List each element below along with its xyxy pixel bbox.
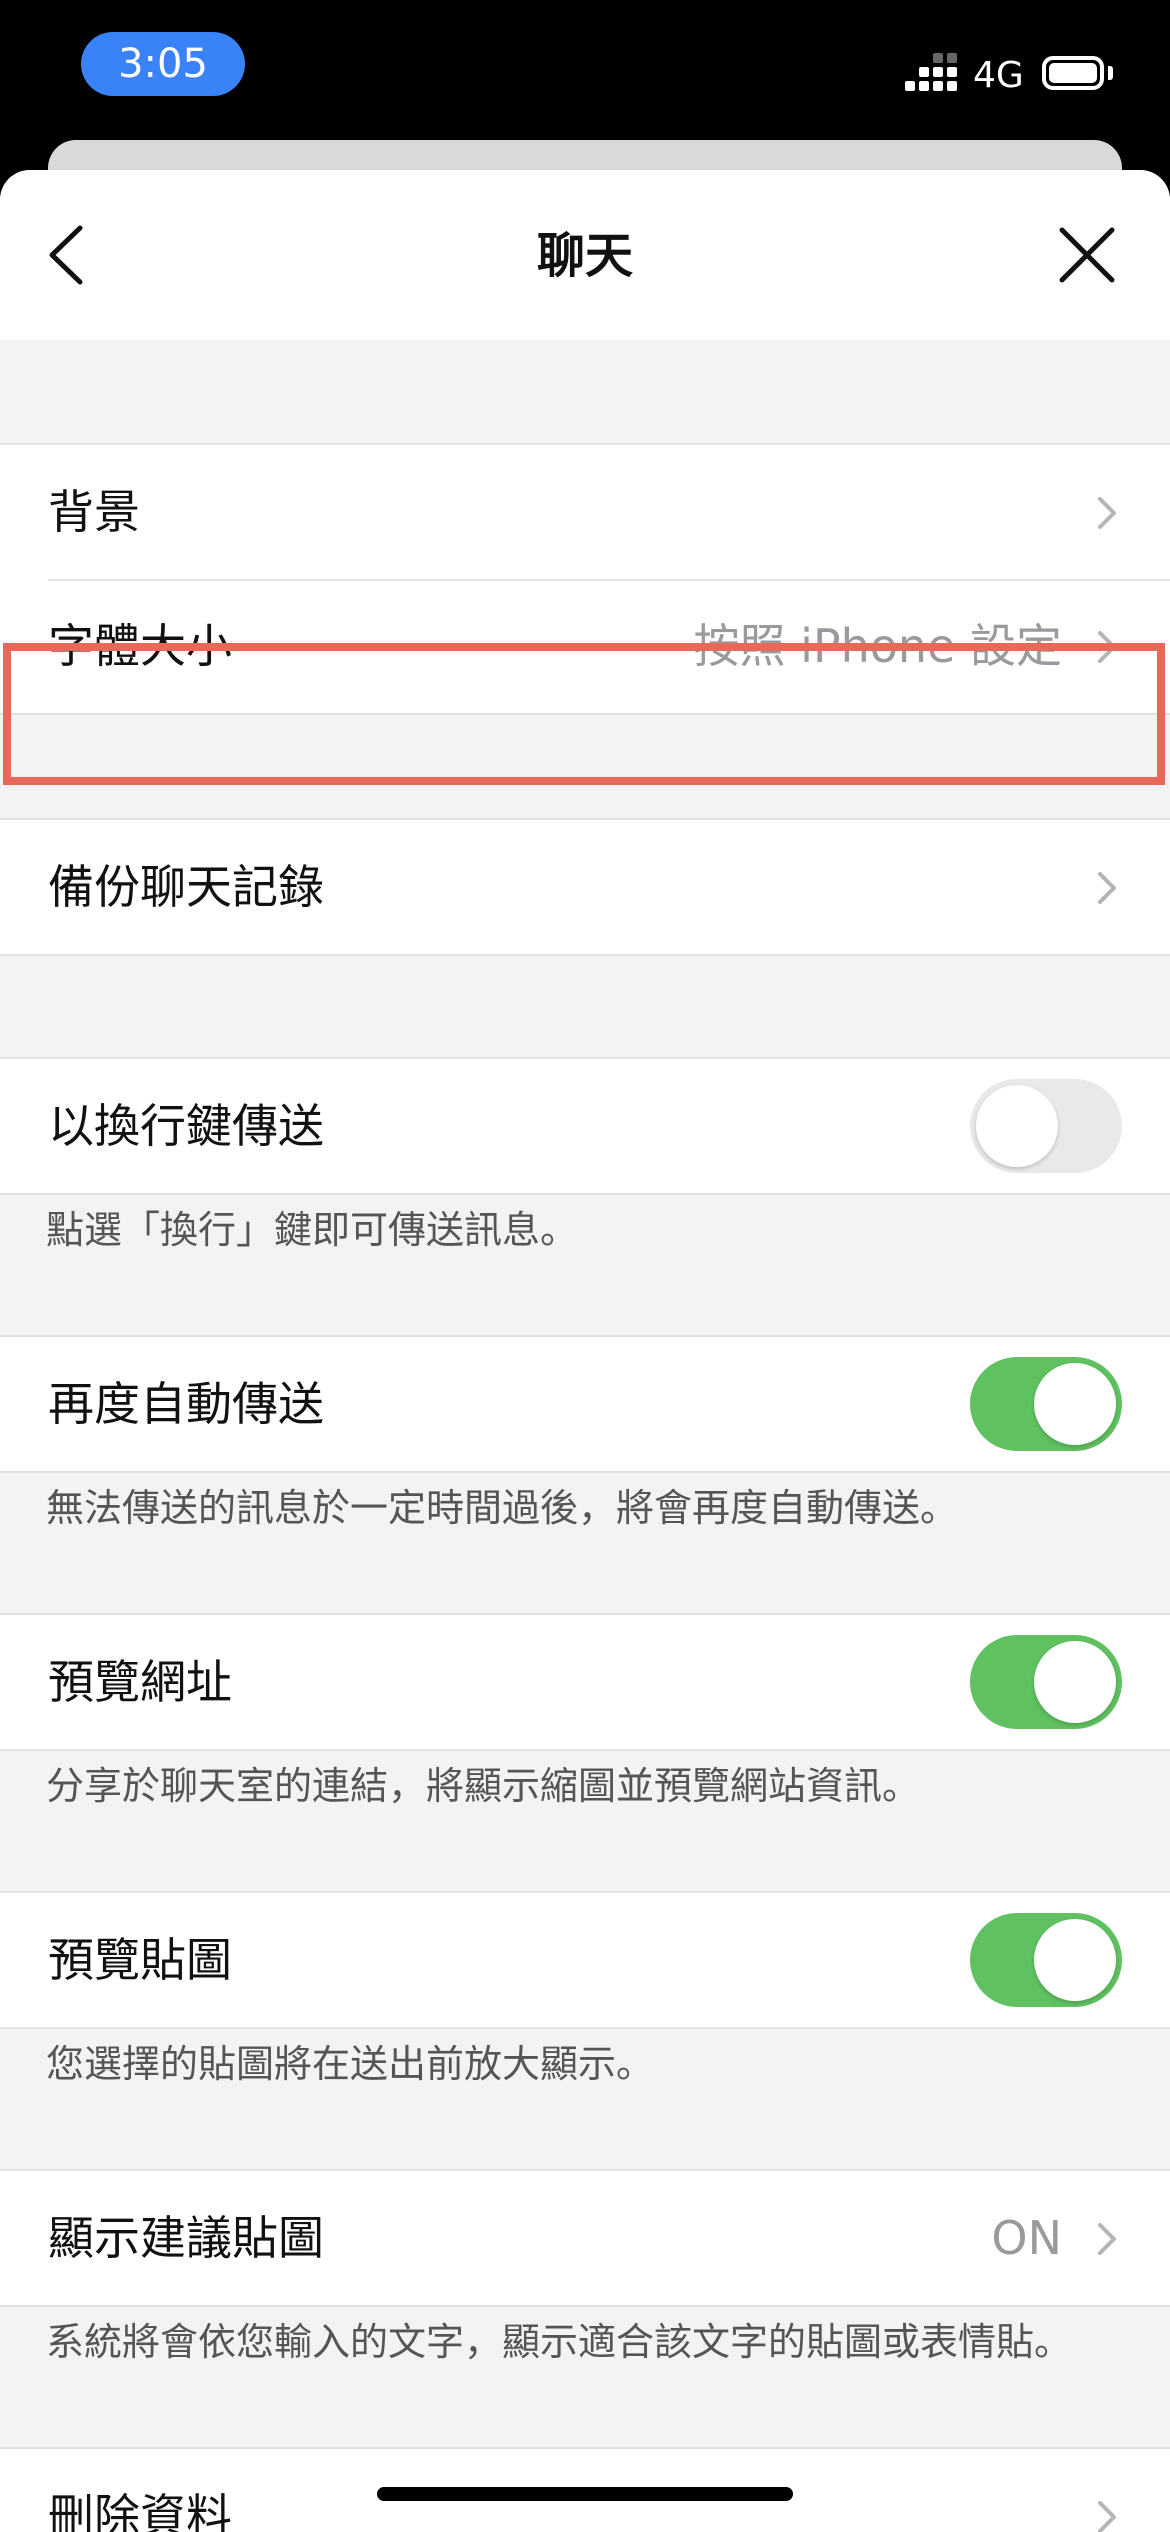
sticker-preview-section: 預覽貼圖 [0, 1891, 1170, 2029]
backup-label: 備份聊天記錄 [48, 860, 324, 914]
chat-settings-sheet: 聊天 背景 字體大小 按照 iPhone 設定 備份聊天記錄 以換行鍵傳送 點選… [0, 170, 1170, 2532]
chevron-right-icon [1098, 2223, 1116, 2255]
auto-resend-label: 再度自動傳送 [48, 1377, 324, 1431]
highlight-box [3, 643, 1165, 785]
return-send-label: 以換行鍵傳送 [48, 1099, 324, 1153]
battery-icon [1042, 56, 1104, 90]
close-icon[interactable] [1054, 222, 1120, 288]
return-send-section: 以換行鍵傳送 [0, 1057, 1170, 1195]
suggest-stickers-section: 顯示建議貼圖 ON [0, 2169, 1170, 2307]
nav-bar: 聊天 [0, 170, 1170, 340]
sticker-preview-toggle[interactable] [970, 1913, 1122, 2007]
return-send-note: 點選「換行」鍵即可傳送訊息。 [46, 1208, 579, 1252]
suggest-stickers-row[interactable]: 顯示建議貼圖 ON [0, 2171, 1170, 2305]
auto-resend-row: 再度自動傳送 [0, 1337, 1170, 1471]
suggest-stickers-value: ON [991, 2211, 1062, 2265]
toggle-knob [976, 1085, 1058, 1167]
delete-data-label: 刪除資料 [48, 2489, 232, 2532]
signal-icon [905, 53, 957, 95]
background-row[interactable]: 背景 [0, 445, 1170, 579]
toggle-knob [1034, 1641, 1116, 1723]
status-bar: 3:05 4G [0, 0, 1170, 145]
sticker-preview-row: 預覽貼圖 [0, 1893, 1170, 2027]
page-title: 聊天 [536, 228, 633, 284]
suggest-stickers-label: 顯示建議貼圖 [48, 2211, 324, 2265]
network-type: 4G [973, 55, 1024, 96]
url-preview-section: 預覽網址 [0, 1613, 1170, 1751]
battery-tip [1108, 66, 1113, 80]
url-preview-note: 分享於聊天室的連結，將顯示縮圖並預覽網站資訊。 [46, 1764, 921, 1808]
return-send-toggle[interactable] [970, 1079, 1122, 1173]
url-preview-label: 預覽網址 [48, 1655, 232, 1709]
return-send-row: 以換行鍵傳送 [0, 1059, 1170, 1193]
auto-resend-section: 再度自動傳送 [0, 1335, 1170, 1473]
chevron-right-icon [1098, 872, 1116, 904]
backup-section: 備份聊天記錄 [0, 818, 1170, 956]
url-preview-row: 預覽網址 [0, 1615, 1170, 1749]
home-indicator [377, 2487, 793, 2501]
sticker-preview-note: 您選擇的貼圖將在送出前放大顯示。 [46, 2042, 655, 2086]
chevron-right-icon [1098, 2501, 1116, 2532]
url-preview-toggle[interactable] [970, 1635, 1122, 1729]
background-label: 背景 [48, 485, 140, 539]
status-time: 3:05 [81, 32, 245, 96]
auto-resend-toggle[interactable] [970, 1357, 1122, 1451]
toggle-knob [1034, 1919, 1116, 2001]
toggle-knob [1034, 1363, 1116, 1445]
suggest-stickers-note: 系統將會依您輸入的文字，顯示適合該文字的貼圖或表情貼。 [46, 2320, 1073, 2364]
sticker-preview-label: 預覽貼圖 [48, 1933, 232, 1987]
auto-resend-note: 無法傳送的訊息於一定時間過後，將會再度自動傳送。 [46, 1486, 959, 1530]
chevron-right-icon [1098, 497, 1116, 529]
backup-row[interactable]: 備份聊天記錄 [0, 820, 1170, 954]
